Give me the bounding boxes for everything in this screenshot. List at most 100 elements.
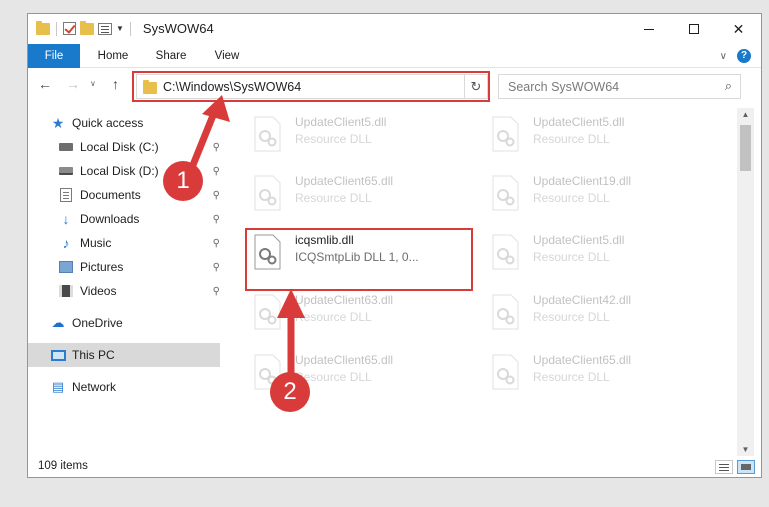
scroll-thumb[interactable]	[740, 125, 751, 171]
search-box[interactable]: Search SysWOW64 ⌕	[498, 74, 741, 99]
file-list: UpdateClient5.dll Resource DLL UpdateCli…	[243, 108, 735, 456]
tab-home[interactable]: Home	[88, 44, 138, 68]
pc-icon	[50, 348, 66, 362]
callout-2-badge: 2	[270, 372, 310, 412]
new-folder-icon[interactable]	[80, 20, 94, 35]
scroll-down-icon[interactable]: ▼	[737, 445, 754, 454]
file-highlight-box	[245, 228, 473, 291]
sidebar-item-this-pc[interactable]: This PC	[28, 343, 220, 367]
details-view-icon[interactable]	[715, 460, 733, 474]
window-title: SysWOW64	[142, 21, 214, 36]
sidebar-item-downloads[interactable]: ↓ Downloads ⚲	[58, 207, 221, 231]
sidebar-item-label: This PC	[72, 348, 115, 362]
expand-ribbon-icon[interactable]: ∨	[720, 51, 727, 62]
file-name: UpdateClient5.dll	[533, 233, 625, 247]
sidebar-item-label: Local Disk (C:)	[80, 140, 159, 154]
maximize-icon	[688, 24, 699, 34]
sidebar-item-music[interactable]: ♪ Music ⚲	[58, 231, 221, 255]
toolbar-separator	[56, 21, 57, 36]
download-icon: ↓	[62, 211, 70, 227]
file-description: Resource DLL	[295, 310, 372, 324]
ribbon-right-controls: ∨ ?	[720, 49, 751, 63]
sidebar-item-quick-access[interactable]: ★ Quick access	[50, 111, 220, 135]
documents-icon	[58, 188, 74, 202]
sidebar-item-network[interactable]: ▤ Network	[50, 375, 220, 399]
back-arrow-icon[interactable]: ←	[38, 76, 52, 92]
file-name: UpdateClient5.dll	[533, 115, 625, 129]
file-item[interactable]: UpdateClient5.dll Resource DLL	[247, 110, 467, 158]
search-icon[interactable]: ⌕	[725, 78, 732, 94]
file-name: UpdateClient19.dll	[533, 174, 632, 188]
item-count: 109 items	[38, 460, 88, 472]
large-icons-view-icon[interactable]	[737, 460, 755, 474]
pin-icon[interactable]: ⚲	[213, 190, 220, 201]
file-item[interactable]: UpdateClient65.dll Resource DLL	[485, 348, 705, 396]
file-item[interactable]: UpdateClient5.dll Resource DLL	[485, 228, 705, 276]
quick-access-toolbar: ▼ SysWOW64	[36, 20, 214, 36]
minimize-icon	[643, 28, 654, 30]
help-icon[interactable]: ?	[737, 49, 751, 63]
toolbar-separator	[129, 21, 131, 36]
properties-icon[interactable]	[98, 22, 112, 35]
ribbon-tabs: File Home Share View ∨ ?	[28, 44, 761, 68]
tab-file[interactable]: File	[28, 44, 80, 68]
file-item[interactable]: UpdateClient19.dll Resource DLL	[485, 169, 705, 217]
sidebar-item-label: Documents	[80, 188, 141, 202]
dll-file-icon	[492, 175, 519, 211]
close-icon: ✕	[732, 20, 745, 37]
sidebar-item-pictures[interactable]: Pictures ⚲	[58, 255, 220, 279]
recent-locations-chevron-icon[interactable]: ∨	[90, 79, 96, 88]
minimize-button[interactable]	[626, 14, 671, 44]
tab-view[interactable]: View	[204, 44, 250, 68]
sidebar-item-onedrive[interactable]: ☁ OneDrive	[50, 311, 220, 335]
file-description: Resource DLL	[295, 132, 372, 146]
file-item[interactable]: UpdateClient63.dll Resource DLL	[247, 288, 467, 336]
star-icon: ★	[51, 114, 65, 131]
dll-file-icon	[254, 175, 281, 211]
properties-check-icon[interactable]	[63, 22, 76, 35]
navigation-pane: ★ Quick access Local Disk (C:) ⚲ Local D…	[28, 108, 222, 456]
up-arrow-icon[interactable]: ↑	[112, 76, 119, 92]
pin-icon[interactable]: ⚲	[213, 214, 220, 225]
videos-icon	[58, 284, 74, 298]
sidebar-item-local-disk-c[interactable]: Local Disk (C:) ⚲	[58, 135, 220, 159]
close-button[interactable]: ✕	[716, 14, 761, 44]
title-bar: ▼ SysWOW64 ✕	[28, 14, 761, 44]
forward-arrow-icon[interactable]: →	[66, 76, 80, 92]
customize-toolbar-dropdown-icon[interactable]: ▼	[116, 24, 124, 33]
file-description: Resource DLL	[533, 191, 610, 205]
pin-icon[interactable]: ⚲	[213, 262, 220, 273]
file-item[interactable]: UpdateClient42.dll Resource DLL	[485, 288, 705, 336]
search-placeholder[interactable]: Search SysWOW64	[508, 80, 619, 94]
pin-icon[interactable]: ⚲	[213, 142, 220, 153]
file-item[interactable]: UpdateClient65.dll Resource DLL	[247, 169, 467, 217]
sidebar-item-label: Downloads	[80, 212, 140, 226]
navigation-bar: ← → ∨ ↑ C:\Windows\SysWOW64 ∨ ↻ Search S…	[28, 70, 761, 102]
pin-icon[interactable]: ⚲	[213, 166, 220, 177]
pin-icon[interactable]: ⚲	[213, 238, 220, 249]
dll-file-icon	[492, 116, 519, 152]
music-icon: ♪	[62, 235, 70, 251]
pictures-icon	[58, 260, 74, 274]
dll-file-icon	[492, 354, 519, 390]
drive-icon	[58, 164, 74, 178]
onedrive-icon: ☁	[51, 315, 65, 330]
drive-icon	[58, 140, 74, 154]
vertical-scrollbar[interactable]: ▲ ▼	[737, 108, 754, 456]
explorer-window: ▼ SysWOW64 ✕ File Home Share View ∨ ? ← …	[27, 13, 762, 478]
folder-icon	[36, 20, 50, 35]
pin-icon[interactable]: ⚲	[213, 286, 220, 297]
file-name: UpdateClient65.dll	[533, 353, 632, 367]
file-description: Resource DLL	[533, 250, 610, 264]
dll-file-icon	[254, 116, 281, 152]
file-description: Resource DLL	[533, 132, 610, 146]
scroll-up-icon[interactable]: ▲	[737, 110, 754, 119]
sidebar-item-videos[interactable]: Videos ⚲	[58, 279, 220, 303]
sidebar-item-label: Videos	[80, 284, 117, 298]
tab-share[interactable]: Share	[146, 44, 196, 68]
network-icon: ▤	[51, 379, 65, 394]
callout-1-badge: 1	[163, 161, 203, 201]
file-item[interactable]: UpdateClient5.dll Resource DLL	[485, 110, 705, 158]
sidebar-item-label: Quick access	[72, 116, 144, 130]
maximize-button[interactable]	[671, 14, 716, 44]
